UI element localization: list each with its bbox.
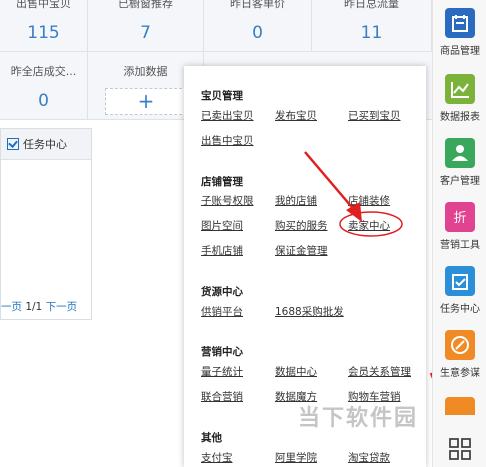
stat-value: 7 bbox=[140, 23, 151, 43]
menu-item-member-management[interactable]: 会员关系管理 bbox=[348, 364, 411, 379]
stat-label: 昨全店成交... bbox=[10, 65, 77, 78]
section-title-supply-center: 货源中心 bbox=[201, 286, 243, 298]
section-title-store-management: 店铺管理 bbox=[201, 176, 243, 188]
stat-store-deals[interactable]: 昨全店成交... 0 bbox=[0, 52, 88, 120]
task-center-header[interactable]: 任务中心 bbox=[1, 129, 91, 160]
task-center-title: 任务中心 bbox=[23, 138, 67, 151]
add-data-button[interactable]: + bbox=[105, 88, 187, 115]
sidebar-item-business-advisor[interactable]: 生意参谋 bbox=[433, 330, 486, 379]
stat-label: 已橱窗推荐 bbox=[118, 0, 173, 10]
chart-icon bbox=[445, 74, 475, 104]
right-sidebar: 商品管理 数据报表 客户管理 折 营销工具 任务中心 生意参谋 bbox=[432, 0, 486, 467]
menu-item-sold-items[interactable]: 已卖出宝贝 bbox=[201, 108, 254, 123]
svg-text:折: 折 bbox=[453, 211, 466, 226]
stat-label: 出售中宝贝 bbox=[16, 0, 71, 10]
menu-item-quantum-stats[interactable]: 量子统计 bbox=[201, 364, 243, 379]
sidebar-label: 营销工具 bbox=[440, 240, 480, 251]
task-icon bbox=[445, 266, 475, 296]
stat-selling-items[interactable]: 出售中宝贝 115 bbox=[0, 0, 88, 52]
menu-item-data-center[interactable]: 数据中心 bbox=[275, 364, 317, 379]
sidebar-item-product-management[interactable]: 商品管理 bbox=[433, 8, 486, 57]
section-title-item-management: 宝贝管理 bbox=[201, 90, 243, 102]
discount-icon: 折 bbox=[445, 202, 475, 232]
stat-value: 0 bbox=[38, 91, 49, 111]
menu-item-selling-items[interactable]: 出售中宝贝 bbox=[201, 133, 254, 148]
menu-item-image-space[interactable]: 图片空间 bbox=[201, 218, 243, 233]
menu-item-subaccount[interactable]: 子账号权限 bbox=[201, 193, 254, 208]
stat-value: 11 bbox=[360, 23, 383, 43]
stat-avg-order[interactable]: 昨日客单价 0 bbox=[204, 0, 312, 52]
sidebar-item-task-center[interactable]: 任务中心 bbox=[433, 266, 486, 315]
menu-item-distribution-platform[interactable]: 供销平台 bbox=[201, 304, 243, 319]
menu-item-mobile-store[interactable]: 手机店铺 bbox=[201, 243, 243, 258]
product-icon bbox=[445, 8, 475, 38]
sidebar-item-partial[interactable] bbox=[433, 397, 486, 415]
menu-item-joint-marketing[interactable]: 联合营销 bbox=[201, 389, 243, 404]
menu-item-1688-wholesale[interactable]: 1688采购批发 bbox=[275, 304, 344, 319]
stat-label: 昨日总流量 bbox=[344, 0, 399, 10]
arrow-annotation-icon bbox=[304, 151, 362, 222]
task-center-panel: 任务中心 一页 1/1 下一页 bbox=[0, 128, 92, 320]
next-page-link[interactable]: 下一页 bbox=[46, 301, 78, 313]
stat-traffic[interactable]: 昨日总流量 11 bbox=[312, 0, 432, 52]
sidebar-label: 任务中心 bbox=[440, 304, 480, 315]
stat-label: 昨日客单价 bbox=[230, 0, 285, 10]
pager: 一页 1/1 下一页 bbox=[1, 299, 93, 314]
menu-item-alipay[interactable]: 支付宝 bbox=[201, 450, 233, 465]
compass-icon bbox=[445, 330, 475, 360]
customer-icon bbox=[445, 138, 475, 168]
sidebar-item-more[interactable] bbox=[433, 437, 486, 461]
watermark-text: 当下软件园 bbox=[298, 406, 419, 431]
partial-orange-icon bbox=[445, 397, 475, 415]
more-icon bbox=[448, 437, 472, 461]
sidebar-item-marketing-tools[interactable]: 折 营销工具 bbox=[433, 202, 486, 251]
stat-value: 0 bbox=[252, 23, 263, 43]
page-indicator: 1/1 bbox=[25, 301, 43, 313]
sidebar-item-customer-management[interactable]: 客户管理 bbox=[433, 138, 486, 187]
menu-item-ali-academy[interactable]: 阿里学院 bbox=[275, 450, 317, 465]
sidebar-item-data-report[interactable]: 数据报表 bbox=[433, 74, 486, 123]
menu-item-publish-item[interactable]: 发布宝贝 bbox=[275, 108, 317, 123]
menu-item-deposit-management[interactable]: 保证金管理 bbox=[275, 243, 328, 258]
section-title-marketing-center: 营销中心 bbox=[201, 346, 243, 358]
prev-page-link[interactable]: 一页 bbox=[1, 301, 22, 313]
sidebar-label: 商品管理 bbox=[440, 46, 480, 57]
section-title-other: 其他 bbox=[201, 432, 222, 444]
sidebar-label: 客户管理 bbox=[440, 176, 480, 187]
sidebar-label: 生意参谋 bbox=[440, 368, 480, 379]
stat-value: 115 bbox=[27, 23, 60, 43]
checkbox-icon bbox=[7, 138, 19, 150]
menu-item-bought-items[interactable]: 已买到宝贝 bbox=[348, 108, 401, 123]
stat-window-recommend[interactable]: 已橱窗推荐 7 bbox=[88, 0, 204, 52]
sidebar-label: 数据报表 bbox=[440, 112, 480, 123]
menu-item-taobao-loan[interactable]: 淘宝贷款 bbox=[348, 450, 390, 465]
